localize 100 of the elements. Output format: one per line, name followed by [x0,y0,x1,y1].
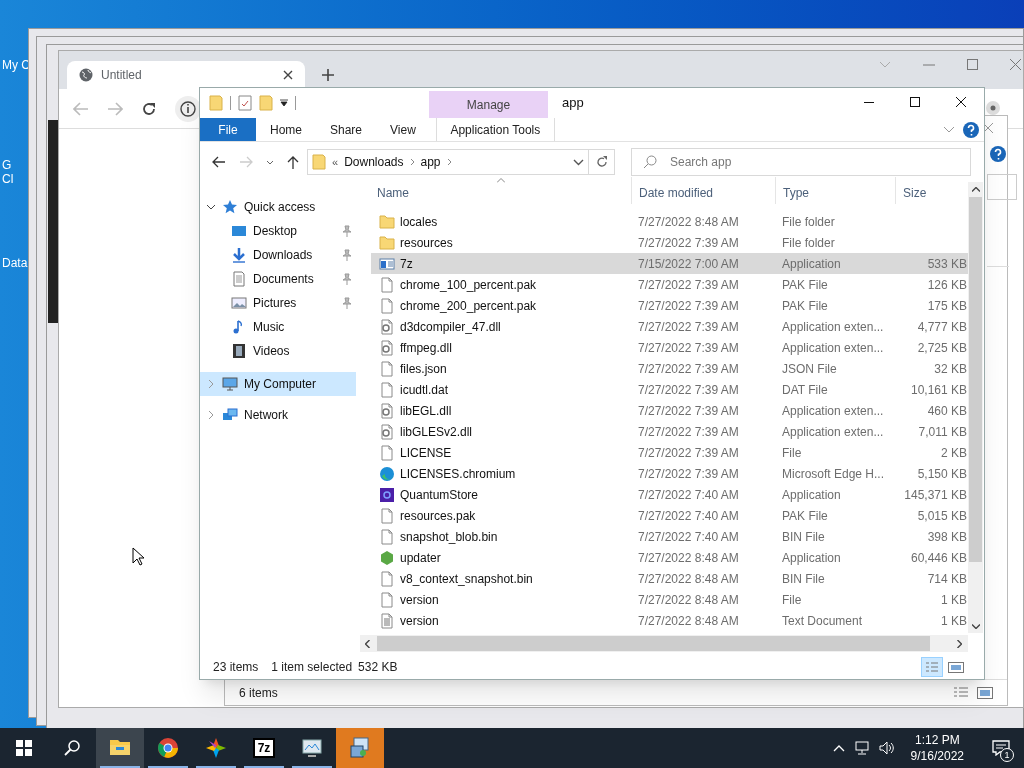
scroll-up-icon[interactable] [971,187,980,192]
address-bar[interactable]: « Downloads app [307,149,589,175]
scrollbar-thumb[interactable] [969,197,982,562]
file-row[interactable]: icudtl.dat 7/27/2022 7:39 AM DAT File 10,161 KB [371,379,969,400]
nav-item[interactable]: Downloads [200,243,356,267]
file-row[interactable]: QuantumStore 7/27/2022 7:40 AM Application 145,371 KB [371,484,969,505]
file-row[interactable]: resources 7/27/2022 7:39 AM File folder [371,232,969,253]
file-row[interactable]: LICENSE 7/27/2022 7:39 AM File 2 KB [371,442,969,463]
horizontal-scrollbar[interactable] [360,635,968,652]
thumbnail-view-icon[interactable] [977,686,993,699]
chevron-down-icon[interactable] [573,158,584,166]
refresh-button[interactable] [589,149,615,175]
clock-date[interactable]: 9/16/2022 [910,748,964,764]
vertical-scrollbar[interactable] [968,182,983,633]
search-field[interactable]: Search app [631,148,971,176]
desktop-icon-label[interactable]: Cl [2,172,14,186]
ribbon-tab[interactable]: Home [256,118,316,141]
up-arrow-icon[interactable] [287,155,299,169]
back-arrow-icon[interactable] [212,156,226,168]
file-row[interactable]: version 7/27/2022 8:48 AM File 1 KB [371,589,969,610]
file-row[interactable]: 7z 7/15/2022 7:00 AM Application 533 KB [371,253,969,274]
search-icon [64,740,80,756]
pin-icon[interactable] [342,225,352,237]
maximize-icon[interactable] [967,59,978,70]
reload-icon[interactable] [141,100,157,117]
avatar-icon[interactable] [986,101,1000,115]
chevron-right-icon[interactable] [409,158,415,166]
date-cell-text: 7/27/2022 8:48 AM [637,213,740,231]
chevron-right-icon[interactable] [206,380,216,388]
file-row[interactable]: snapshot_blob.bin 7/27/2022 7:40 AM BIN File 398 KB [371,526,969,547]
taskbar-app[interactable]: 7z [240,728,288,768]
notification-button[interactable]: 1 [978,728,1024,768]
nav-item[interactable]: My Computer [200,372,356,396]
breadcrumb[interactable]: Downloads [344,153,404,171]
desktop-icon-label[interactable]: Data [2,256,28,270]
file-row[interactable]: version 7/27/2022 8:48 AM Text Document 1 KB [371,610,969,631]
file-row[interactable]: chrome_100_percent.pak 7/27/2022 7:39 AM PAK File 126 KB [371,274,969,295]
file-row[interactable]: libGLESv2.dll 7/27/2022 7:39 AM Application exten... 7,011 KB [371,421,969,442]
new-tab-icon[interactable] [321,68,335,82]
file-menu-button[interactable]: File [200,118,256,141]
column-header[interactable]: Size [895,177,967,204]
desktop-icon [231,223,247,239]
file-row[interactable]: locales 7/27/2022 8:48 AM File folder [371,211,969,232]
nav-item[interactable]: Pictures [200,291,356,315]
file-row[interactable]: files.json 7/27/2022 7:39 AM JSON File 32 KB [371,358,969,379]
file-row[interactable]: libEGL.dll 7/27/2022 7:39 AM Application exten... 460 KB [371,400,969,421]
scroll-down-icon[interactable] [971,624,980,629]
help-icon[interactable] [990,146,1006,162]
scroll-right-icon[interactable] [957,639,962,648]
file-row[interactable]: chrome_200_percent.pak 7/27/2022 7:39 AM PAK File 175 KB [371,295,969,316]
file-row[interactable]: LICENSES.chromium 7/27/2022 7:39 AM Microsoft Edge H... 5,150 KB [371,463,969,484]
file-row[interactable]: ffmpeg.dll 7/27/2022 7:39 AM Application exten... 2,725 KB [371,337,969,358]
file-row[interactable]: resources.pak 7/27/2022 7:40 AM PAK File 5,015 KB [371,505,969,526]
clock-time[interactable]: 1:12 PM [914,732,960,748]
network-icon [222,407,238,423]
help-icon[interactable] [963,121,979,138]
date-cell-text: 7/27/2022 7:39 AM [637,465,740,483]
nav-item[interactable]: Videos [200,339,356,363]
nav-item[interactable]: Network [200,403,356,427]
ribbon-tab[interactable]: Application Tools [435,118,555,141]
file-row[interactable]: d3dcompiler_47.dll 7/27/2022 7:39 AM Application exten... 4,777 KB [371,316,969,337]
pin-icon[interactable] [342,273,352,285]
date-cell-text: 7/27/2022 8:48 AM [637,570,740,588]
browser-tab[interactable]: Untitled [67,61,305,89]
search-field[interactable] [987,174,1017,200]
file-row[interactable]: updater 7/27/2022 8:48 AM Application 60,446 KB [371,547,969,568]
nav-item[interactable]: Quick access [200,195,356,219]
ribbon-tab[interactable]: Share [316,118,377,141]
checklist-icon[interactable] [238,95,252,111]
chevron-down-icon[interactable] [266,159,274,165]
chevron-up-icon[interactable] [832,744,845,752]
scrollbar-thumb[interactable] [377,636,930,651]
nav-item[interactable]: Documents [200,267,356,291]
column-header[interactable]: Name [371,177,631,204]
chevron-right-icon[interactable] [206,411,216,419]
desktop-icon-label[interactable]: G [2,158,14,172]
breadcrumb[interactable]: app [420,153,441,171]
file-row[interactable]: v8_context_snapshot.bin 7/27/2022 8:48 AM BIN File 714 KB [371,568,969,589]
type-cell-text: Application exten... [781,339,885,357]
chevron-right-icon[interactable] [446,158,452,166]
scroll-left-icon[interactable] [365,639,370,648]
column-header[interactable]: Date modified [631,177,775,204]
info-icon[interactable] [175,95,201,122]
pin-icon[interactable] [342,249,352,261]
type-cell-text: PAK File [781,276,829,294]
network-icon[interactable] [854,741,871,755]
dropdown-icon[interactable] [280,99,288,107]
ribbon-tab[interactable]: View [376,118,430,141]
volume-icon[interactable] [878,741,895,755]
close-icon[interactable] [283,70,293,80]
pin-icon[interactable] [342,297,352,309]
date-cell-text: 7/27/2022 7:39 AM [637,381,740,399]
nav-item[interactable]: Music [200,315,356,339]
type-cell-text: Application [781,255,842,273]
window-icon [379,255,395,272]
chevron-down-icon[interactable] [206,203,216,211]
size-cell-text: 10,161 KB [909,381,967,399]
overflow-chevrons[interactable]: « [332,153,339,171]
nav-item[interactable]: Desktop [200,219,356,243]
column-header[interactable]: Type [775,177,895,204]
